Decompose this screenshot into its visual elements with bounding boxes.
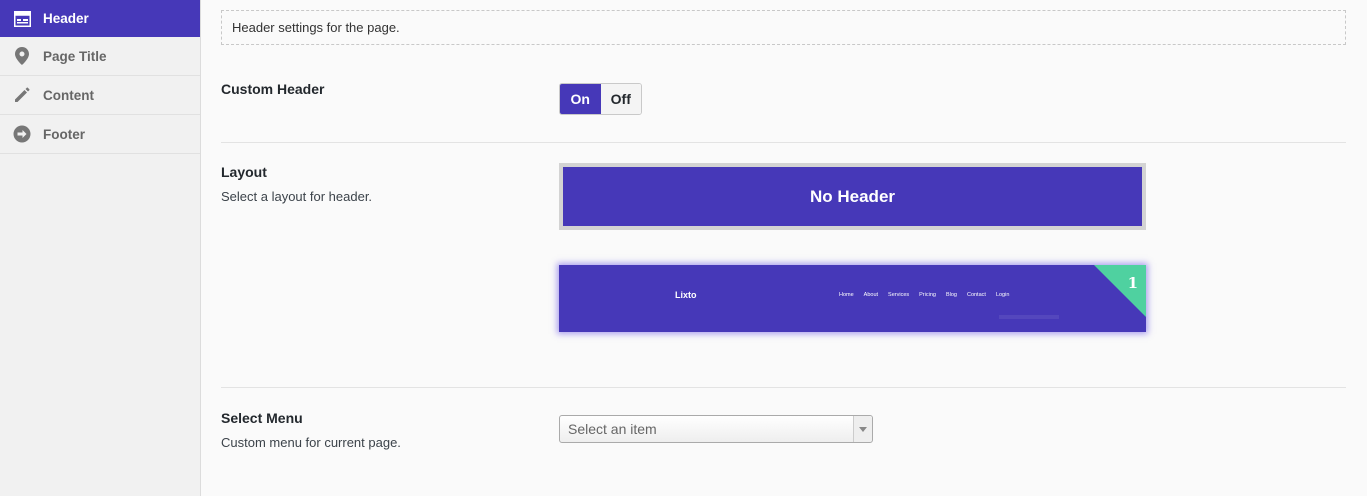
section-description: Header settings for the page. — [221, 10, 1346, 45]
toggle-off-button[interactable]: Off — [600, 84, 641, 114]
layout-title: Layout — [221, 164, 267, 180]
header-settings-panel: Header Page Title Content Footer Header … — [0, 0, 1367, 496]
toggle-on-button[interactable]: On — [560, 84, 601, 114]
settings-sidebar: Header Page Title Content Footer — [0, 0, 201, 496]
sidebar-item-footer[interactable]: Footer — [0, 115, 200, 154]
sidebar-item-label: Header — [43, 11, 89, 26]
select-menu-title: Select Menu — [221, 410, 303, 426]
layout-option-no-header[interactable]: No Header — [559, 163, 1146, 230]
sidebar-item-content[interactable]: Content — [0, 76, 200, 115]
layout-number-badge: 1 — [1127, 274, 1138, 292]
divider — [221, 387, 1346, 388]
divider — [221, 142, 1346, 143]
preview-nav-item: Home — [839, 292, 854, 298]
sidebar-item-header[interactable]: Header — [0, 0, 200, 37]
menu-select-value: Select an item — [568, 421, 657, 437]
custom-header-toggle: On Off — [559, 83, 642, 115]
menu-select[interactable]: Select an item — [559, 415, 873, 443]
select-menu-subtitle: Custom menu for current page. — [221, 435, 401, 450]
sidebar-item-label: Page Title — [43, 48, 107, 64]
preview-nav-item: Contact — [966, 292, 986, 298]
preview-nav-item: Pricing — [919, 292, 936, 298]
settings-main: Header settings for the page. Custom Hea… — [201, 0, 1367, 496]
preview-nav-item: Services — [888, 292, 910, 298]
preview-nav-item: Login — [995, 292, 1010, 298]
layout-option-label: No Header — [809, 186, 896, 206]
arrow-circle-right-icon — [12, 124, 32, 144]
sidebar-item-page-title[interactable]: Page Title — [0, 37, 200, 76]
chevron-down-icon[interactable] — [853, 416, 872, 442]
layout-option-header-1[interactable]: Lixto Home About Services Pricing Blog C… — [559, 265, 1146, 332]
layout-icon — [12, 9, 32, 29]
preview-nav-item: About — [863, 292, 879, 298]
preview-nav-item: Blog — [945, 292, 957, 298]
layout-subtitle: Select a layout for header. — [221, 189, 373, 204]
preview-logo: Lixto — [675, 290, 697, 300]
custom-header-title: Custom Header — [221, 81, 325, 97]
selected-corner-badge — [1094, 265, 1146, 317]
sidebar-item-label: Content — [43, 87, 94, 103]
pencil-icon — [12, 85, 32, 105]
preview-nav: Home About Services Pricing Blog Contact… — [839, 292, 1019, 298]
sidebar-item-label: Footer — [43, 126, 85, 142]
location-pin-icon — [12, 46, 32, 66]
preview-decoration — [999, 315, 1059, 319]
